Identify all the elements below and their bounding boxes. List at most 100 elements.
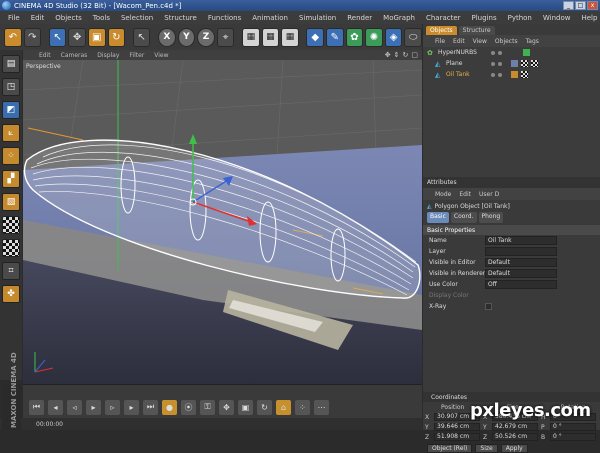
position-key-icon[interactable]: ✥ (219, 399, 234, 415)
rotate-icon[interactable]: ↻ (107, 27, 126, 47)
tab-objects[interactable]: Objects (426, 26, 457, 35)
menu-simulation[interactable]: Simulation (299, 14, 336, 22)
attr-menu-mode[interactable]: Mode (435, 191, 451, 198)
go-to-end-icon[interactable]: ⏭ (143, 399, 158, 415)
tab-phong[interactable]: Phong (478, 212, 504, 223)
edges-mode-icon[interactable]: ▞ (2, 170, 20, 188)
minimize-button[interactable]: _ (563, 1, 574, 10)
menu-render[interactable]: Render (347, 14, 372, 22)
play-icon[interactable]: ▸ (86, 399, 101, 415)
x-axis-icon[interactable]: X (158, 27, 176, 47)
xray-checkbox[interactable] (485, 303, 492, 310)
z-axis-icon[interactable]: Z (197, 27, 215, 47)
array-icon[interactable]: ✺ (365, 27, 383, 47)
objects-menu-view[interactable]: View (473, 38, 487, 45)
keyframe-selection-icon[interactable]: ⚿ (200, 399, 215, 415)
render-settings-icon[interactable]: ▦ (281, 27, 299, 47)
rotation-key-icon[interactable]: ↻ (257, 399, 272, 415)
object-row-plane[interactable]: ◭ Plane (423, 58, 600, 69)
spline-icon[interactable]: ✎ (326, 27, 344, 47)
visible-editor-select[interactable]: Default (485, 258, 557, 267)
menu-functions[interactable]: Functions (208, 14, 241, 22)
workplane-icon[interactable] (2, 239, 20, 257)
layer-field[interactable] (485, 247, 557, 256)
viewport-menu-cameras[interactable]: Cameras (61, 52, 88, 59)
menu-structure[interactable]: Structure (164, 14, 197, 22)
coord-mode-select[interactable]: Object (Rel) (427, 444, 473, 453)
menu-tools[interactable]: Tools (93, 14, 110, 22)
viewport-menu-filter[interactable]: Filter (129, 52, 144, 59)
scale-key-icon[interactable]: ▣ (238, 399, 253, 415)
attr-menu-edit[interactable]: Edit (459, 191, 471, 198)
viewport-scene[interactable] (23, 50, 422, 384)
viewport-menu-display[interactable]: Display (97, 52, 119, 59)
objects-menu-edit[interactable]: Edit (453, 38, 465, 45)
zoom-icon[interactable]: ⇕ (394, 51, 400, 59)
tab-structure[interactable]: Structure (458, 26, 495, 35)
move-icon[interactable]: ✥ (68, 27, 86, 47)
auto-key-icon[interactable]: ⦿ (181, 399, 196, 415)
viewport-menu-view[interactable]: View (154, 52, 168, 59)
point-level-icon[interactable]: ⁘ (295, 399, 310, 415)
menu-python[interactable]: Python (508, 14, 532, 22)
last-tool-icon[interactable]: ↖ (132, 27, 151, 47)
prev-frame-icon[interactable]: ◃ (67, 399, 82, 415)
menu-window[interactable]: Window (543, 14, 571, 22)
close-button[interactable]: x (587, 1, 598, 10)
objects-menu-file[interactable]: File (435, 38, 445, 45)
perspective-viewport[interactable]: Edit Cameras Display Filter View ✥ ⇕ ↻ ▢… (23, 50, 422, 384)
name-field[interactable]: Oil Tank (485, 236, 557, 245)
menu-animation[interactable]: Animation (252, 14, 288, 22)
objects-menu-tags[interactable]: Tags (526, 38, 539, 45)
points-mode-icon[interactable]: ⁘ (2, 147, 20, 165)
deformer-icon[interactable]: ◈ (384, 27, 403, 47)
polygons-mode-icon[interactable]: ▧ (2, 193, 20, 211)
tab-coord[interactable]: Coord. (450, 212, 477, 223)
sculpt-icon[interactable]: ✤ (2, 285, 20, 303)
parameter-key-icon[interactable]: ⌂ (276, 399, 291, 415)
menu-character[interactable]: Character (426, 14, 461, 22)
make-editable-icon[interactable]: ▤ (2, 55, 20, 73)
menu-help[interactable]: Help (581, 14, 597, 22)
object-row-oil-tank[interactable]: ◭ Oil Tank (423, 69, 600, 80)
maximize-button[interactable]: □ (575, 1, 586, 10)
scale-icon[interactable]: ▣ (87, 27, 106, 47)
redo-icon[interactable]: ↷ (23, 27, 42, 47)
menu-selection[interactable]: Selection (121, 14, 153, 22)
use-color-select[interactable]: Off (485, 280, 557, 289)
next-key-icon[interactable]: ▸ (124, 399, 139, 415)
timeline-options-icon[interactable]: ⋯ (314, 399, 329, 415)
tab-basic[interactable]: Basic (427, 212, 449, 223)
menu-mograph[interactable]: MoGraph (383, 14, 415, 22)
model-mode-icon[interactable]: ◳ (2, 78, 20, 96)
pan-icon[interactable]: ✥ (385, 51, 391, 59)
menu-plugins[interactable]: Plugins (472, 14, 497, 22)
size-z-field[interactable]: 50.526 cm (492, 433, 538, 441)
visibility-dots[interactable] (491, 72, 502, 77)
go-to-start-icon[interactable]: ⏮ (29, 399, 44, 415)
object-row-hypernurbs[interactable]: ✿ HyperNURBS (423, 47, 600, 58)
toggle-view-icon[interactable]: ▢ (411, 51, 418, 59)
texture-axis-icon[interactable] (2, 216, 20, 234)
viewport-menu-edit[interactable]: Edit (39, 52, 51, 59)
axis-mode-icon[interactable]: ⟀ (2, 124, 20, 142)
undo-icon[interactable]: ↶ (4, 27, 22, 47)
coord-system-icon[interactable]: ⌖ (216, 27, 235, 47)
apply-button[interactable]: Apply (500, 444, 528, 453)
render-picture-viewer-icon[interactable]: ▦ (261, 27, 280, 47)
menu-objects[interactable]: Objects (55, 14, 81, 22)
next-frame-icon[interactable]: ▹ (105, 399, 120, 415)
visibility-dots[interactable] (491, 50, 502, 55)
visible-renderer-select[interactable]: Default (485, 269, 557, 278)
menu-edit[interactable]: Edit (31, 14, 45, 22)
attr-menu-user-data[interactable]: User D (479, 191, 499, 198)
snap-icon[interactable]: ⌗ (2, 262, 20, 280)
orbit-icon[interactable]: ↻ (403, 51, 409, 59)
menu-file[interactable]: File (8, 14, 20, 22)
record-icon[interactable]: ● (162, 399, 177, 415)
y-axis-icon[interactable]: Y (177, 27, 196, 47)
texture-mode-icon[interactable]: ◩ (2, 101, 20, 119)
render-view-icon[interactable]: ▦ (242, 27, 260, 47)
rotation-b-field[interactable]: 0 ° (550, 433, 596, 441)
select-icon[interactable]: ↖ (48, 27, 67, 47)
